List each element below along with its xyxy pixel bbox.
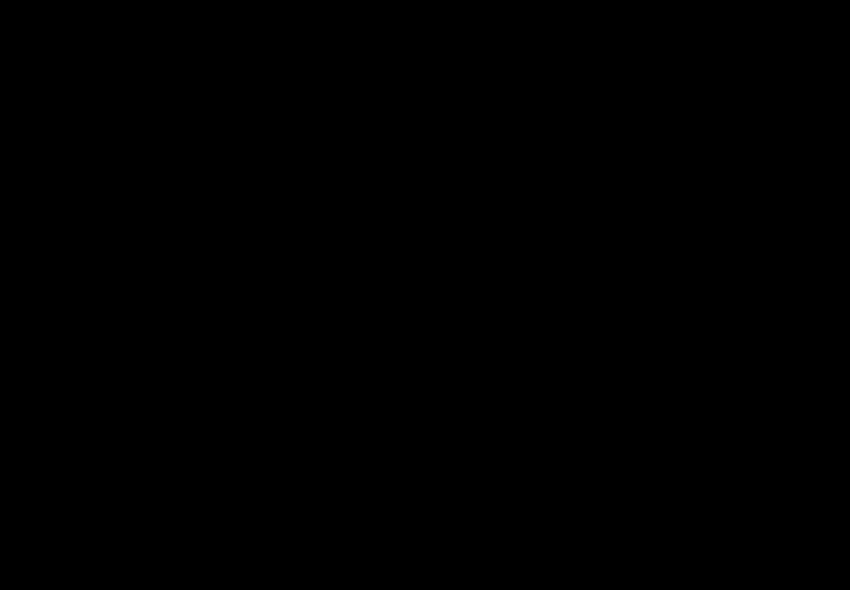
io-row-3rd-run: I/O Speed(3rd run): 576 MB/s	[0, 344, 850, 359]
info-row-tcp-cc: TCP CC: cubic	[0, 224, 850, 239]
separator-line-1: ----------------------------------------…	[0, 29, 850, 44]
info-row-os: OS: CentOS Linux release 7.9.2009 (Core)	[0, 179, 850, 194]
info-row-region: Region: Uusimaa	[0, 284, 850, 299]
info-row-cpu-cache: CPU Cache: 16384 KB	[0, 74, 850, 89]
table-row: Montreal, CA171.94 Mbps201.83 Mbps108.79…	[0, 449, 850, 464]
info-row-load-average: Load average: 0.00, 0.01, 0.05	[0, 164, 850, 179]
info-row-version: Version: v2022-06-01	[0, 0, 850, 14]
io-row-average: I/O Speed(average): 546.0 MB/s	[0, 359, 850, 374]
info-row-aes-ni: AES-NI: Enabled	[0, 89, 850, 104]
info-row-total-mem: Total Mem: 3.7 GB (151.4 MB Used)	[0, 134, 850, 149]
table-row: Hongkong, CN90.72 Mbps192.36 Mbps206.04 …	[0, 524, 850, 539]
table-row: Amsterdam, NL70.62 Mbps197.87 Mbps28.63 …	[0, 479, 850, 494]
info-row-cpu-cores: CPU Cores: 4 @ 2397.222 MHz	[0, 59, 850, 74]
table-row: Speedtest.net13.99 Mbps202.48 Mbps121.96…	[0, 404, 850, 419]
table-row: Nanjing, CN29.11 Mbps206.69 Mbps242.56 m…	[0, 509, 850, 524]
separator-line-2: ----------------------------------------…	[0, 299, 850, 314]
table-row: Los Angeles, US124.28 Mbps198.36 Mbps162…	[0, 419, 850, 434]
io-row-1st-run: I/O Speed(1st run): 502 MB/s	[0, 314, 850, 329]
info-row-kernel: Kernel: 3.10.0-1160.71.1.el7.x86_64	[0, 209, 850, 224]
info-row-system-uptime: System uptime: 6 days, 15 hour 32 min	[0, 149, 850, 164]
info-row-organization: Organization: AS26383 Baxet Group Inc.	[0, 254, 850, 269]
info-row-total-disk: Total Disk: 50.1 GB (1.6 GB Used)	[0, 119, 850, 134]
info-row-arch: Arch: x86_64 (64 Bit)	[0, 194, 850, 209]
table-row: Dallas, US136.29 Mbps199.98 Mbps138.60 m…	[0, 434, 850, 449]
table-row: Shanghai, CN46.71 Mbps212.09 Mbps353.79 …	[0, 494, 850, 509]
info-row-vmx-amdv: VM-x/AMD-V: Enabled	[0, 104, 850, 119]
info-row-virtualization: Virtualization: KVM	[0, 239, 850, 254]
io-row-2nd-run: I/O Speed(2nd run): 560 MB/s	[0, 329, 850, 344]
terminal-window: # Bench.sh Script by Teddysun Version: v…	[0, 0, 850, 582]
info-row-cpu-model: CPU Model: Intel(R) Xeon(R) CPU E5-2680 …	[0, 44, 850, 59]
table-row: Tokyo, JP23.91 Mbps202.88 Mbps247.42 ms	[0, 569, 850, 584]
table-row: Paris, FR206.87 Mbps192.17 Mbps39.83 ms	[0, 464, 850, 479]
table-row: Singapore, SG98.66 Mbps196.98 Mbps173.20…	[0, 554, 850, 569]
table-row: Seoul, KR75.34 Mbps98.22 Mbps272.83 ms	[0, 539, 850, 554]
info-row-location: Location: Helsinki / FI	[0, 269, 850, 284]
separator-line-3: ----------------------------------------…	[0, 374, 850, 389]
speedtest-table-header: Node NameUpload SpeedDownload SpeedLaten…	[0, 389, 850, 404]
info-row-usage: Usage: wget -qO- bench.sh | bash	[0, 14, 850, 29]
